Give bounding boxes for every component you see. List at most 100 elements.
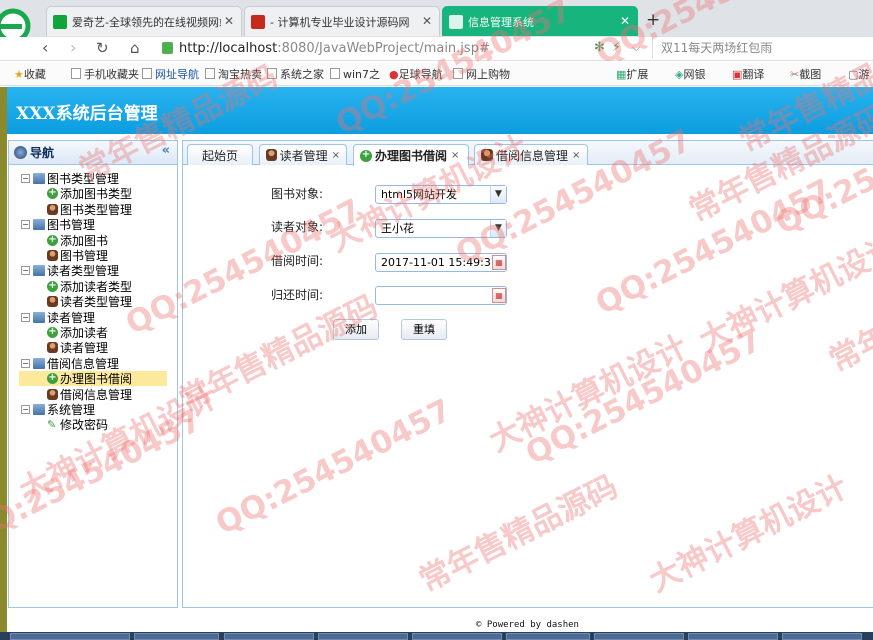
close-tab-icon[interactable]: × (332, 150, 340, 161)
book-select[interactable]: html5网站开发 ▼ (375, 185, 507, 204)
browser-tab-title: 爱奇艺-全球领先的在线视频网站 (72, 15, 230, 29)
tree-item[interactable]: 借阅信息管理 (47, 387, 132, 402)
folder-icon (33, 404, 45, 415)
book-label: 图书对象: (271, 187, 324, 201)
lightning-icon[interactable]: ⚡ (612, 37, 621, 59)
reset-button[interactable]: 重填 (401, 319, 447, 340)
taskbar-item[interactable] (10, 633, 130, 640)
nav-sidebar: 导航 « − 图书类型管理 + 添加图书类型 图书类型管理 − 图书管理 + 添加图书 图书管理 −… (8, 140, 178, 608)
tree-item[interactable]: + 添加图书 (47, 233, 108, 248)
calendar-icon[interactable]: ▦ (492, 255, 506, 270)
bookmark-label: 淘宝热卖 (218, 68, 262, 81)
add-icon: + (47, 372, 58, 385)
taskbar-item[interactable] (688, 633, 778, 640)
tab-home[interactable]: 起始页 (187, 144, 253, 165)
browser-tab-iqiyi[interactable]: 爱奇艺-全球领先的在线视频网站 ✕ (46, 6, 242, 36)
screenshot-button[interactable]: ✂截图 (790, 66, 821, 82)
taskbar-item[interactable] (782, 633, 862, 640)
ebank-button[interactable]: ◈网银 (675, 66, 705, 82)
collapse-toggle-icon[interactable]: − (21, 405, 30, 414)
tree-item[interactable]: 读者管理 (47, 340, 108, 355)
tree-item[interactable]: 图书管理 (47, 248, 108, 263)
tree-item[interactable]: 读者类型管理 (47, 294, 132, 309)
add-button[interactable]: 添加 (333, 319, 379, 340)
tree-folder[interactable]: − 图书管理 (21, 217, 95, 232)
collapse-toggle-icon[interactable]: − (21, 312, 30, 322)
close-tab-icon[interactable]: × (451, 150, 459, 161)
borrow-time-input[interactable]: 2017-11-01 15:49:37 ▦ (375, 253, 507, 272)
return-time-input[interactable]: ▦ (375, 286, 507, 305)
calendar-icon[interactable]: ▦ (492, 288, 506, 303)
taskbar-item[interactable] (224, 633, 314, 640)
folder-icon (33, 265, 45, 277)
tree-item[interactable]: + 添加图书类型 (47, 186, 132, 201)
tree-folder[interactable]: − 图书类型管理 (21, 171, 119, 186)
tree-folder[interactable]: − 读者类型管理 (21, 263, 119, 278)
tree-folder[interactable]: − 系统管理 (21, 402, 95, 417)
tree-item[interactable]: ✎ 修改密码 (47, 417, 108, 432)
browser-nav-bar: ‹ › ↻ ⌂ http://localhost:8080/JavaWebPro… (0, 37, 873, 61)
taskbar-item[interactable] (412, 633, 502, 640)
collapse-toggle-icon[interactable]: − (21, 266, 30, 276)
bookmark-item[interactable]: 系统之家 (267, 66, 324, 82)
bookmark-item[interactable]: 手机收藏夹 (71, 66, 139, 82)
close-tab-icon[interactable]: ✕ (620, 14, 630, 28)
browser-tab-active[interactable]: 信息管理系统 ✕ (442, 6, 638, 36)
bookmark-label: 足球导航 (398, 68, 443, 81)
new-tab-icon[interactable]: + (646, 10, 660, 30)
phone-icon (71, 68, 81, 79)
browser-tab-source[interactable]: - 计算机专业毕业设计源码网 ✕ (244, 6, 440, 36)
user-icon (47, 203, 58, 215)
taskbar-item[interactable] (594, 633, 684, 640)
reader-select[interactable]: 王小花 ▼ (375, 219, 507, 238)
gear-icon[interactable]: ✻ (594, 37, 605, 59)
bookmark-label: 截图 (799, 68, 822, 81)
collapse-toggle-icon[interactable]: − (21, 174, 30, 183)
forward-icon[interactable]: › (70, 37, 76, 59)
bookmark-item[interactable]: 网址导航 (142, 66, 199, 82)
taskbar-item[interactable] (318, 633, 408, 640)
chevron-down-icon[interactable]: ▼ (490, 186, 506, 203)
bookmark-item[interactable]: 淘宝热卖 (205, 66, 262, 82)
taskbar-item[interactable] (134, 633, 219, 640)
taskbar-item[interactable] (506, 633, 590, 640)
tree-item[interactable]: + 办理图书借阅 (19, 371, 167, 387)
search-input[interactable]: 双11每天两场红包雨 (652, 38, 873, 58)
game-button[interactable]: ▢游 (848, 66, 869, 82)
bookmark-item[interactable]: 网上购物 (453, 66, 510, 82)
tree-item[interactable]: 图书类型管理 (47, 202, 132, 217)
add-icon: + (47, 233, 58, 246)
tab-borrow-info[interactable]: 借阅信息管理 × (474, 144, 588, 165)
tab-book-borrow[interactable]: + 办理图书借阅 × (353, 144, 469, 166)
chevron-down-icon[interactable]: ⌵ (632, 37, 640, 59)
collapse-toggle-icon[interactable]: − (21, 358, 30, 368)
translate-icon: ▣ (732, 68, 743, 81)
address-bar[interactable]: http://localhost:8080/JavaWebProject/mai… (162, 38, 592, 58)
translate-button[interactable]: ▣翻译 (732, 66, 764, 82)
chevron-down-icon[interactable]: ▼ (490, 220, 506, 237)
tree-folder[interactable]: − 读者管理 (21, 310, 95, 325)
close-tab-icon[interactable]: ✕ (220, 14, 234, 28)
home-icon[interactable]: ⌂ (130, 37, 140, 59)
page-icon (453, 68, 463, 79)
close-tab-icon[interactable]: ✕ (418, 14, 432, 28)
extensions-button[interactable]: ▦扩展 (616, 66, 648, 82)
page-tabs: 起始页 读者管理 × + 办理图书借阅 × 借阅信息管理 × (183, 141, 873, 166)
bookmark-item[interactable]: ●足球导航 (389, 66, 443, 82)
reader-label: 读者对象: (271, 220, 324, 234)
back-icon[interactable]: ‹ (42, 37, 48, 59)
refresh-icon[interactable]: ↻ (96, 37, 109, 59)
app-title: XXX系统后台管理 (16, 104, 158, 124)
collapse-toggle-icon[interactable]: − (21, 220, 30, 230)
collapse-icon[interactable]: « (162, 143, 170, 158)
tab-reader-management[interactable]: 读者管理 × (259, 144, 347, 165)
bookmark-label: 系统之家 (280, 68, 324, 81)
reader-select-value: 王小花 (381, 222, 414, 235)
tree-item[interactable]: + 添加读者类型 (47, 279, 132, 294)
close-tab-icon[interactable]: × (572, 150, 580, 161)
tree-folder[interactable]: − 借阅信息管理 (21, 356, 119, 371)
bookmark-item[interactable]: ★收藏 (14, 66, 46, 82)
url-path: :8080/JavaWebProject/main.jsp# (277, 40, 490, 56)
tree-item[interactable]: + 添加读者 (47, 325, 108, 340)
bookmark-item[interactable]: win7之 (330, 66, 380, 82)
